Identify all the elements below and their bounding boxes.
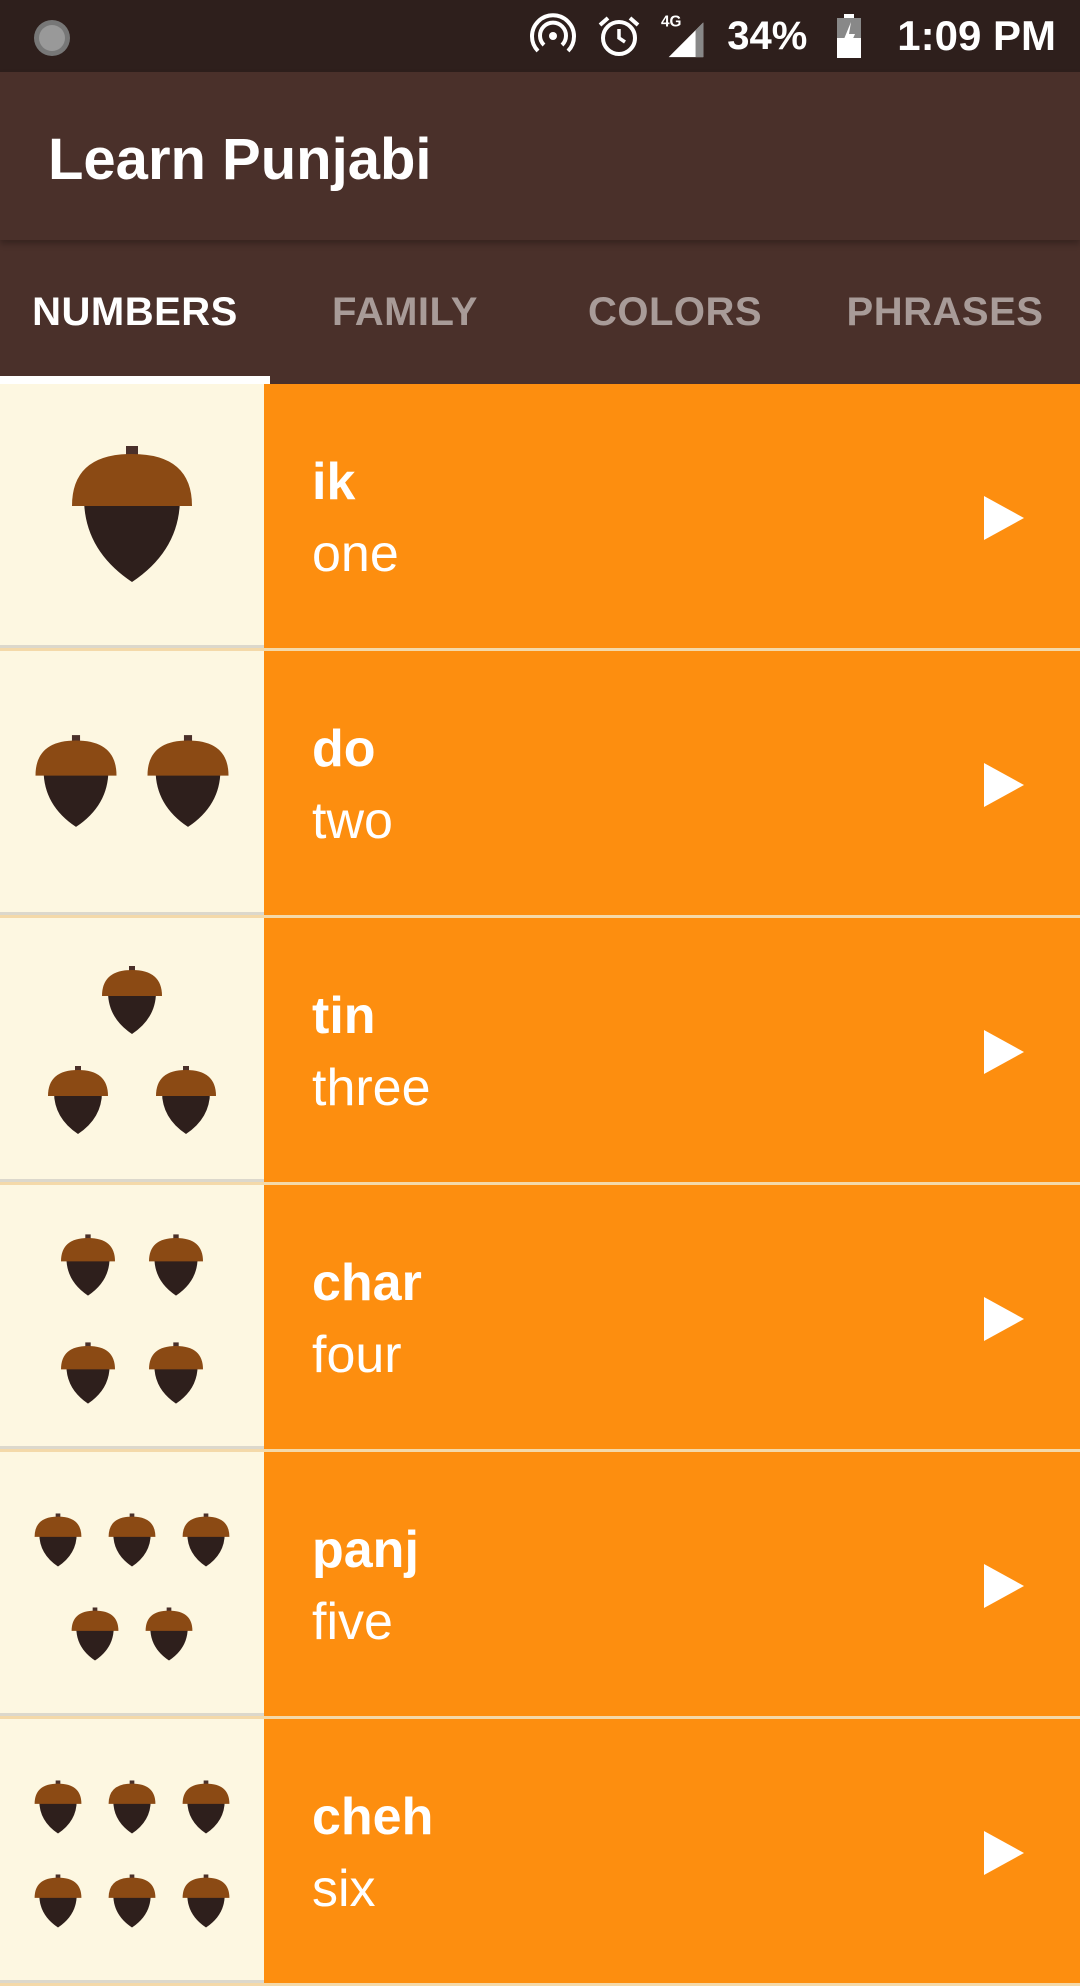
tab-bar: NUMBERS FAMILY COLORS PHRASES [0, 240, 1080, 384]
tab-label: FAMILY [332, 289, 478, 334]
list-item[interactable]: cheh six [0, 1719, 1080, 1986]
tab-indicator [0, 376, 270, 384]
punjabi-word: cheh [312, 1788, 434, 1846]
acorn-icon [34, 1780, 230, 1928]
word-card[interactable]: char four [264, 1185, 1080, 1449]
clock: 1:09 PM [897, 12, 1056, 59]
play-icon[interactable] [980, 1026, 1028, 1078]
number-image [0, 918, 264, 1182]
punjabi-word: panj [312, 1521, 419, 1579]
english-translation: six [312, 1860, 376, 1918]
svg-text:4G: 4G [661, 13, 682, 30]
list-item[interactable]: ik one [0, 384, 1080, 651]
word-card[interactable]: do two [264, 651, 1080, 915]
play-icon[interactable] [980, 759, 1028, 811]
battery-percentage: 34% [727, 13, 808, 58]
number-image [0, 1452, 264, 1716]
word-list: ik one do two tin three char four panj f… [0, 384, 1080, 1986]
hotspot-icon [529, 12, 577, 60]
tab-family[interactable]: FAMILY [270, 240, 540, 384]
status-bar: 4G 34% 1:09 PM [0, 0, 1080, 72]
acorn-icon [34, 1513, 230, 1661]
english-translation: five [312, 1593, 393, 1651]
punjabi-word: char [312, 1254, 422, 1312]
list-item[interactable]: do two [0, 651, 1080, 918]
tab-colors[interactable]: COLORS [540, 240, 810, 384]
english-translation: one [312, 525, 399, 583]
number-image [0, 384, 264, 648]
tab-phrases[interactable]: PHRASES [810, 240, 1080, 384]
app-bar: Learn Punjabi [0, 72, 1080, 240]
list-item[interactable]: tin three [0, 918, 1080, 1185]
word-card[interactable]: ik one [264, 384, 1080, 648]
notification-icon [34, 20, 70, 56]
alarm-icon [595, 12, 643, 60]
battery-icon [825, 12, 873, 60]
acorn-icon [35, 735, 229, 827]
acorn-icon [61, 1234, 203, 1404]
english-translation: two [312, 792, 393, 850]
play-icon[interactable] [980, 1827, 1028, 1879]
number-image [0, 1185, 264, 1449]
word-card[interactable]: tin three [264, 918, 1080, 1182]
signal-4g-icon: 4G [661, 12, 709, 60]
list-item[interactable]: panj five [0, 1452, 1080, 1719]
word-card[interactable]: panj five [264, 1452, 1080, 1716]
app-title: Learn Punjabi [48, 127, 432, 192]
list-item[interactable]: char four [0, 1185, 1080, 1452]
punjabi-word: do [312, 720, 376, 778]
tab-numbers[interactable]: NUMBERS [0, 240, 270, 384]
number-image [0, 651, 264, 915]
tab-label: NUMBERS [32, 289, 238, 334]
english-translation: three [312, 1059, 431, 1117]
tab-label: COLORS [587, 289, 763, 334]
word-card[interactable]: cheh six [264, 1719, 1080, 1983]
english-translation: four [312, 1326, 402, 1384]
play-icon[interactable] [980, 492, 1028, 544]
acorn-icon [72, 446, 192, 582]
play-icon[interactable] [980, 1560, 1028, 1612]
punjabi-word: ik [312, 453, 356, 511]
punjabi-word: tin [312, 987, 376, 1045]
play-icon[interactable] [980, 1293, 1028, 1345]
tab-label: PHRASES [846, 289, 1044, 334]
number-image [0, 1719, 264, 1983]
acorn-icon [48, 966, 216, 1134]
